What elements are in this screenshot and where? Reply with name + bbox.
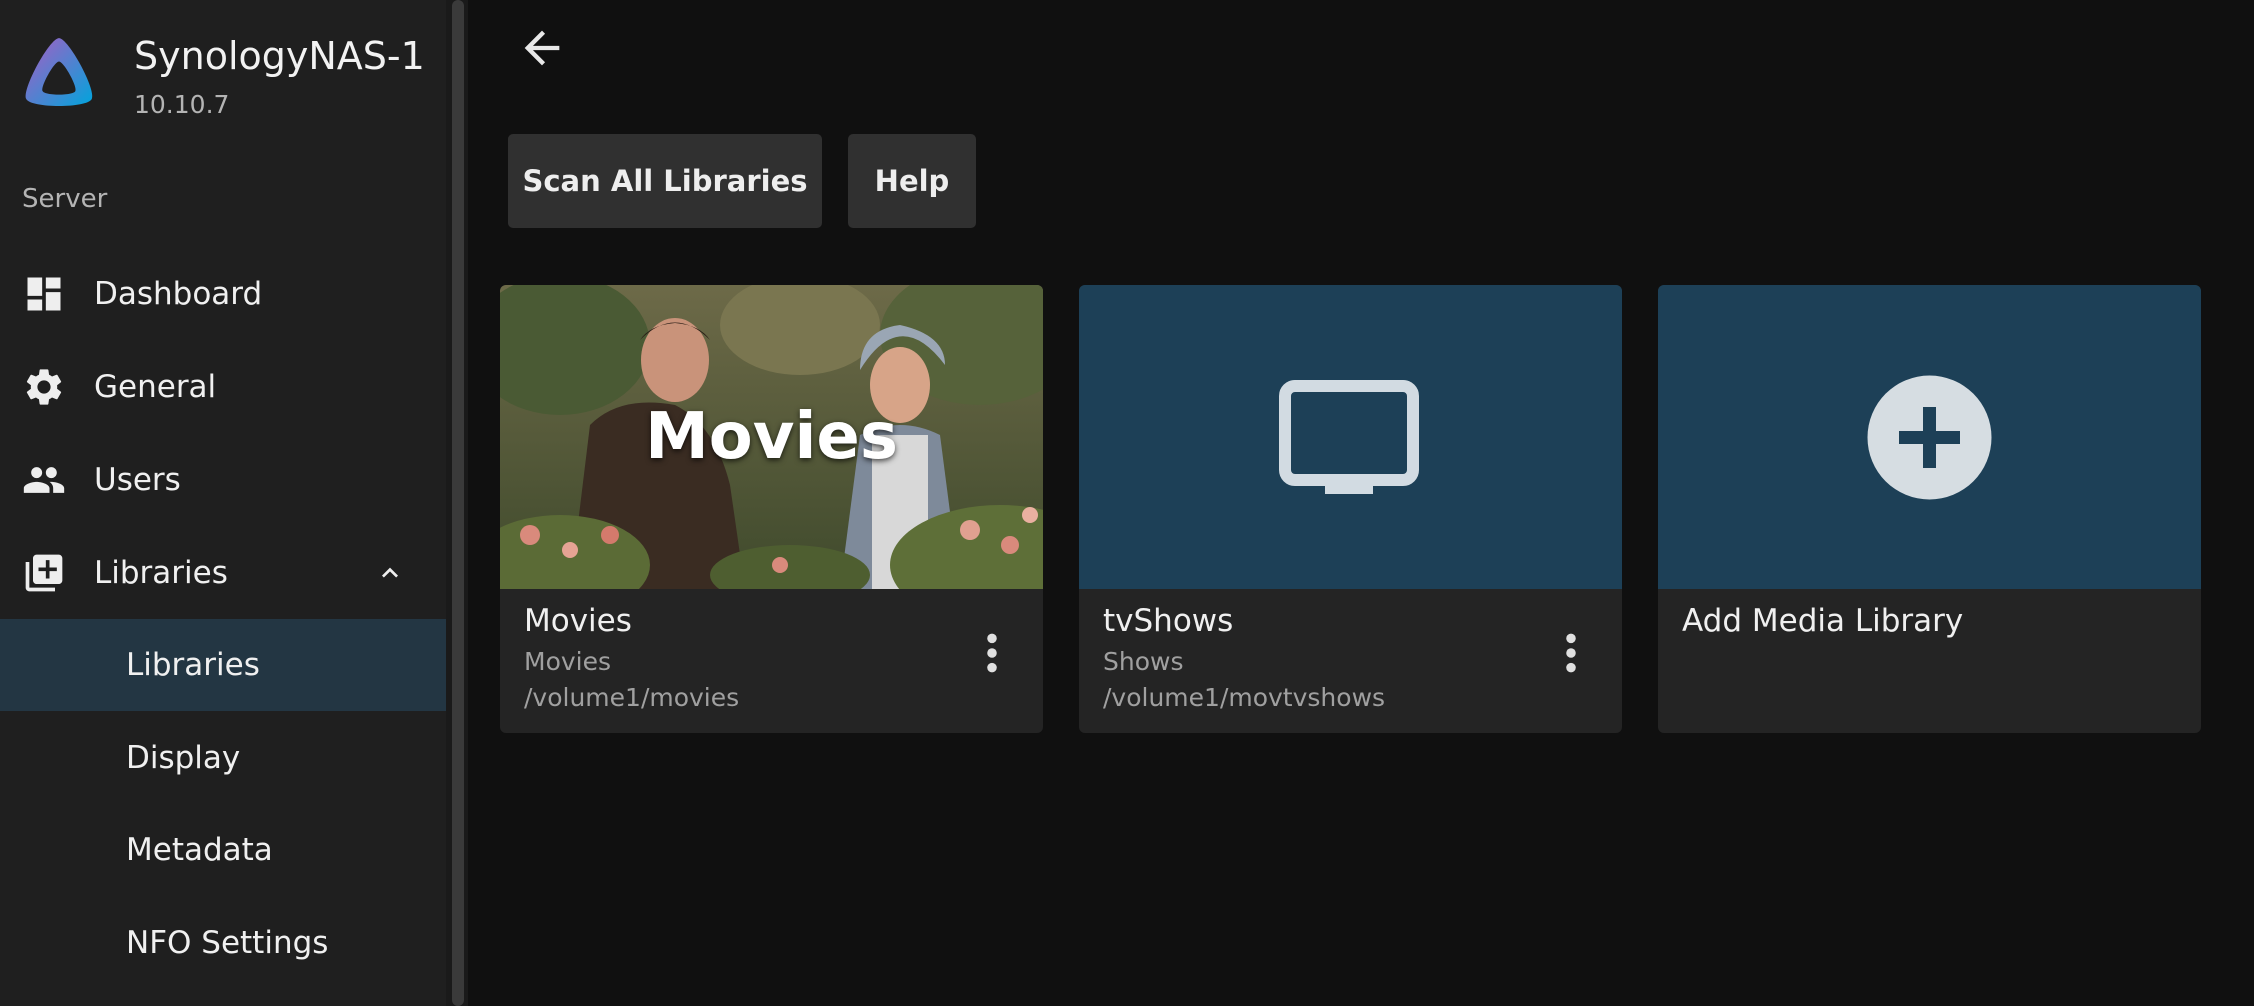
sidebar-item-label: Users [94,462,181,498]
library-card-movies[interactable]: Movies Movies Movies /volume1/movies [500,285,1043,733]
sidebar-section-label: Server [22,184,108,214]
sidebar-subitem-label: Metadata [126,832,273,868]
app-root: SynologyNAS-1 10.10.7 Server Dashboard G… [0,0,2254,1006]
library-name: Add Media Library [1682,603,1964,639]
chevron-up-icon[interactable] [374,557,406,589]
sidebar: SynologyNAS-1 10.10.7 Server Dashboard G… [0,0,446,1006]
dashboard-icon [27,277,61,311]
sidebar-item-label: Dashboard [94,276,263,312]
server-version: 10.10.7 [134,90,230,119]
library-add-icon [25,554,63,592]
sidebar-item-users[interactable]: Users [0,434,446,526]
sidebar-subitem-label: NFO Settings [126,925,329,961]
sidebar-subitem-nfo-settings[interactable]: NFO Settings [0,897,446,989]
library-type: Shows [1103,647,1184,676]
library-card-tvshows[interactable]: tvShows Shows /volume1/movtvshows [1079,285,1622,733]
sidebar-item-dashboard[interactable]: Dashboard [0,248,446,340]
jellyfin-logo-icon [25,38,93,106]
back-arrow-icon[interactable] [516,22,568,74]
library-path: /volume1/movies [524,683,740,712]
sidebar-item-general[interactable]: General [0,341,446,433]
library-type: Movies [524,647,612,676]
sidebar-subitem-label: Libraries [126,647,260,683]
sidebar-item-libraries[interactable]: Libraries [0,527,446,619]
add-media-library-card[interactable]: Add Media Library [1658,285,2201,733]
library-path: /volume1/movtvshows [1103,683,1386,712]
tv-icon [1279,380,1419,494]
sidebar-item-label: General [94,369,217,405]
library-name: Movies [524,603,632,639]
sidebar-scrollbar-thumb[interactable] [452,0,464,1006]
sidebar-subitem-libraries[interactable]: Libraries [0,619,446,711]
server-name: SynologyNAS-1 [134,34,425,78]
help-button[interactable]: Help [848,134,976,228]
add-circle-icon [1867,375,1992,500]
more-vert-icon[interactable] [976,631,1008,675]
more-vert-icon[interactable] [1555,631,1587,675]
scan-all-libraries-button[interactable]: Scan All Libraries [508,134,822,228]
library-name: tvShows [1103,603,1234,639]
sidebar-subitem-metadata[interactable]: Metadata [0,804,446,896]
users-icon [23,467,65,493]
gear-icon [26,369,62,405]
sidebar-subitem-display[interactable]: Display [0,712,446,804]
library-image-title: Movies [645,400,898,474]
sidebar-item-label: Libraries [94,555,228,591]
sidebar-subitem-label: Display [126,740,241,776]
